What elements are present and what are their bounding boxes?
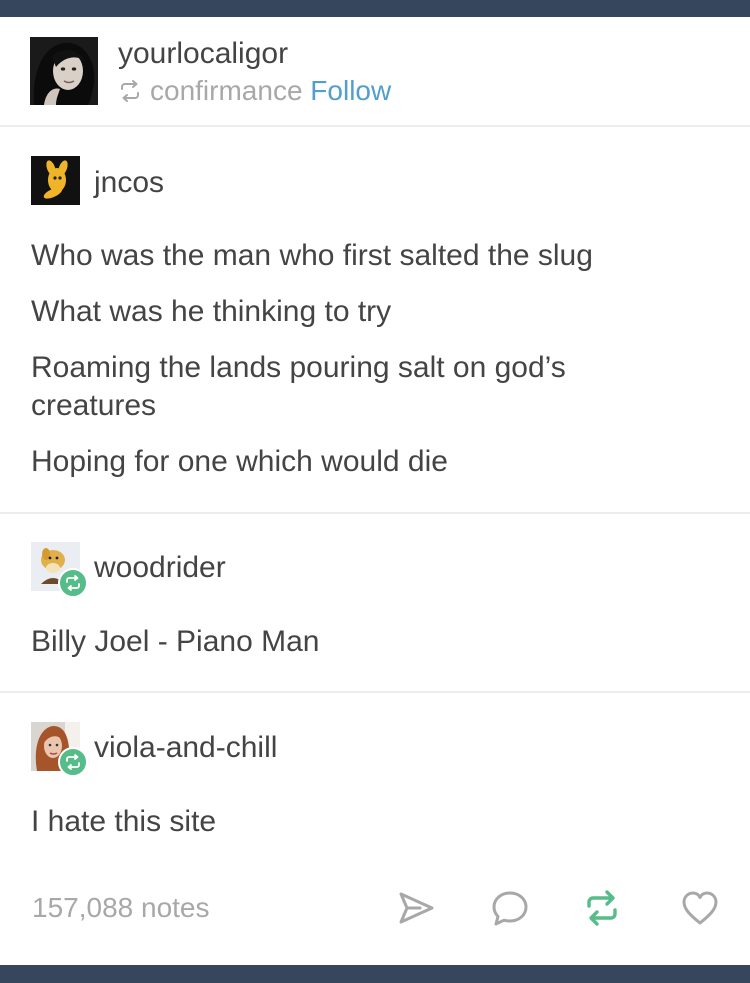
reblogged-from-username[interactable]: confirmance: [150, 75, 303, 106]
notes-count[interactable]: 157,088 notes: [32, 892, 210, 924]
post-header: yourlocaligor confirmance Follow: [0, 17, 750, 125]
blog-avatar[interactable]: [30, 37, 98, 105]
post-line: Roaming the lands pouring salt on god’s …: [31, 351, 566, 422]
reblog-badge-icon: [58, 568, 88, 598]
reblog-icon[interactable]: [582, 888, 622, 928]
reblog-comment: I hate this site: [31, 805, 217, 838]
divider: [0, 691, 750, 693]
woodrider-username[interactable]: woodrider: [94, 551, 226, 585]
divider: [0, 125, 750, 127]
viola-and-chill-username[interactable]: viola-and-chill: [94, 731, 277, 765]
top-navbar: [0, 0, 750, 17]
like-icon[interactable]: [680, 888, 720, 928]
reblog-small-icon: [118, 77, 142, 109]
share-icon[interactable]: [396, 888, 436, 928]
jncos-avatar[interactable]: [31, 156, 80, 205]
bottom-navbar: [0, 965, 750, 983]
blog-username[interactable]: yourlocaligor: [118, 37, 288, 71]
jncos-username[interactable]: jncos: [94, 166, 164, 200]
post-line: What was he thinking to try: [31, 295, 392, 328]
divider: [0, 512, 750, 514]
post-line: Hoping for one which would die: [31, 445, 448, 478]
reblog-badge-icon: [58, 747, 88, 777]
reblog-comment: Billy Joel - Piano Man: [31, 625, 320, 658]
post-line: Who was the man who first salted the slu…: [31, 239, 593, 272]
follow-button[interactable]: Follow: [310, 75, 391, 106]
reblog-source: confirmance Follow: [118, 75, 391, 109]
comment-icon[interactable]: [490, 888, 530, 928]
